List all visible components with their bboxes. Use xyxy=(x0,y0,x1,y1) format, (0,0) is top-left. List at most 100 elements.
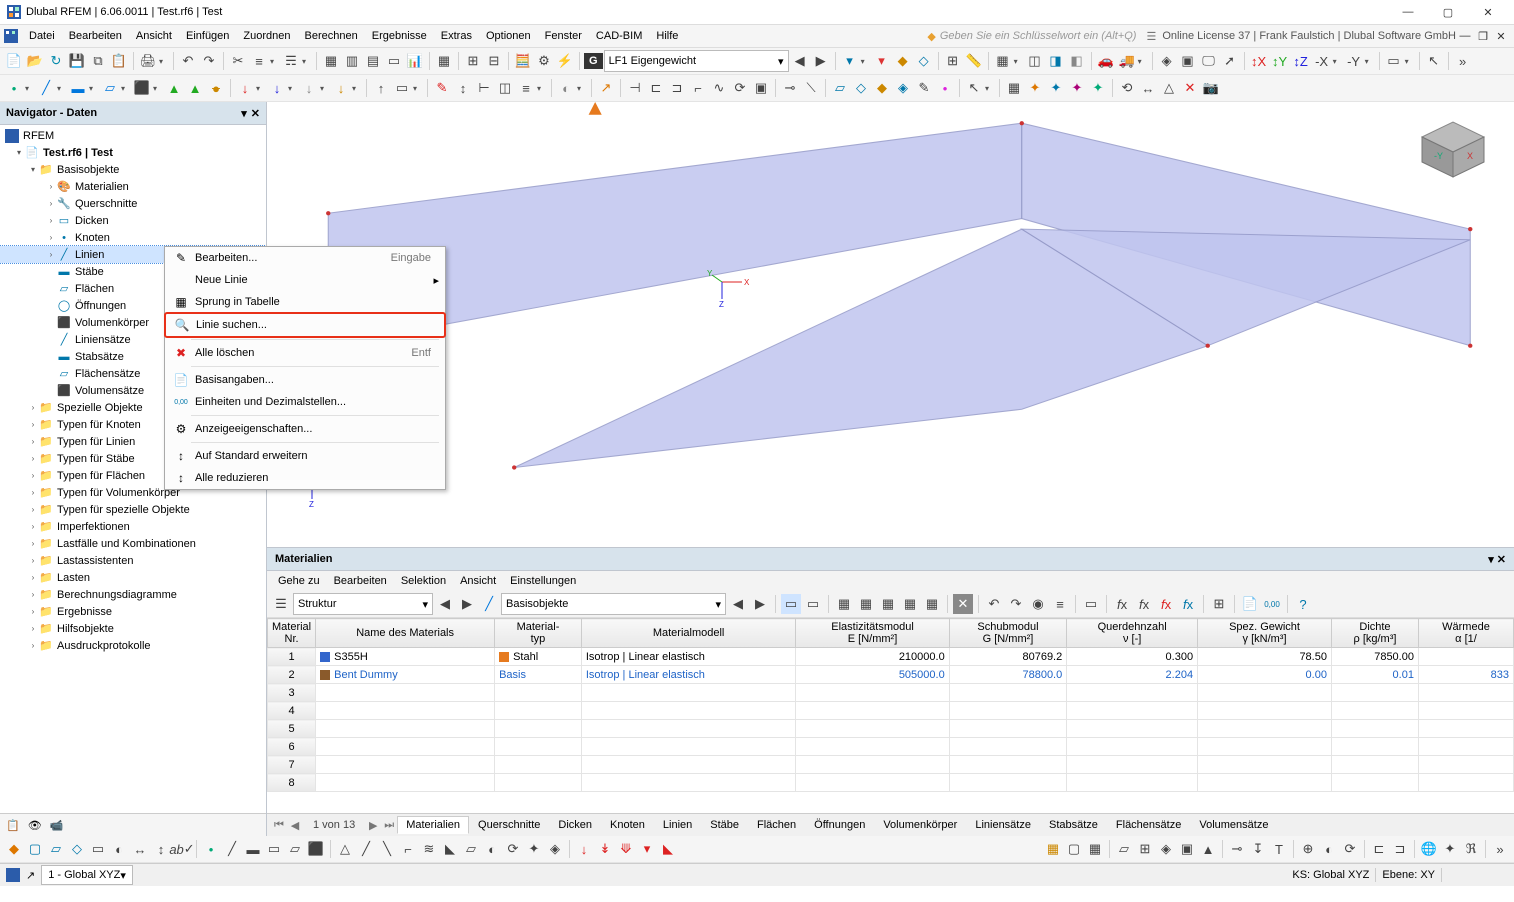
print-icon[interactable]: 🖨 xyxy=(138,51,158,71)
tree-item-querschnitte[interactable]: ›🔧Querschnitte xyxy=(0,195,266,212)
load-4-icon[interactable]: ↓ xyxy=(331,78,351,98)
col-header[interactable]: Materialmodell xyxy=(581,619,795,648)
tree-root[interactable]: RFEM xyxy=(0,127,266,144)
tree-folder[interactable]: ›📁Typen für spezielle Objekte xyxy=(0,501,266,518)
tp-menu-ansicht[interactable]: Ansicht xyxy=(453,573,503,589)
car-icon[interactable]: 🚗 xyxy=(1096,51,1116,71)
ctx-neue-linie[interactable]: Neue Linie▸ xyxy=(165,269,445,291)
bt-s5-icon[interactable]: ≋ xyxy=(419,839,439,859)
col-header[interactable]: MaterialNr. xyxy=(268,619,316,648)
layout-3-icon[interactable]: ▤ xyxy=(363,51,383,71)
filter-1-icon[interactable]: ▾ xyxy=(840,51,860,71)
copy-icon[interactable]: ⧉ xyxy=(88,51,108,71)
paste-icon[interactable]: 📋 xyxy=(109,51,129,71)
tree-folder[interactable]: ›📁Lastassistenten xyxy=(0,552,266,569)
bt-s10-icon[interactable]: ✦ xyxy=(524,839,544,859)
col-header[interactable]: Spez. Gewichtγ [kN/m³] xyxy=(1198,619,1332,648)
tp-menu-selektion[interactable]: Selektion xyxy=(394,573,453,589)
ctx-alle-reduzieren[interactable]: ↕Alle reduzieren xyxy=(165,467,445,489)
bt-r4-icon[interactable]: ▱ xyxy=(1114,839,1134,859)
tp-sel1-icon[interactable]: ▭ xyxy=(781,594,801,614)
measure-icon[interactable]: 📏 xyxy=(964,51,984,71)
edit-3-icon[interactable]: ⊢ xyxy=(474,78,494,98)
table-tab[interactable]: Dicken xyxy=(549,816,601,834)
undo-icon[interactable]: ↶ xyxy=(178,51,198,71)
bt-s6-icon[interactable]: ◣ xyxy=(440,839,460,859)
tp-undo-icon[interactable]: ↶ xyxy=(984,594,1004,614)
bt-r12-icon[interactable]: ⊕ xyxy=(1298,839,1318,859)
style-icon[interactable]: ▭ xyxy=(1384,51,1404,71)
bt-r6-icon[interactable]: ◈ xyxy=(1156,839,1176,859)
col-header[interactable]: Material-typ xyxy=(495,619,582,648)
table-tab[interactable]: Stäbe xyxy=(701,816,748,834)
render-2-icon[interactable]: ◨ xyxy=(1046,51,1066,71)
table-close-icon[interactable]: ✕ xyxy=(1497,554,1506,566)
tree-folder[interactable]: ›📁Lasten xyxy=(0,569,266,586)
cut-icon[interactable]: ✂ xyxy=(228,51,248,71)
bt-r1-icon[interactable]: ▦ xyxy=(1043,839,1063,859)
dim-6-icon[interactable]: ⟳ xyxy=(730,78,750,98)
grid-1-icon[interactable]: ▦ xyxy=(1004,78,1024,98)
load-3-icon[interactable]: ↓ xyxy=(299,78,319,98)
ax-my-icon[interactable]: -Y xyxy=(1344,51,1364,71)
menu-extras[interactable]: Extras xyxy=(434,28,479,44)
ax-z-icon[interactable]: ↕Z xyxy=(1291,51,1311,71)
ctx-basisangaben-[interactable]: 📄Basisangaben... xyxy=(165,369,445,391)
nav-tab-cam-icon[interactable]: 📹 xyxy=(50,819,64,832)
sym-4-icon[interactable]: ✕ xyxy=(1180,78,1200,98)
mesh-4-icon[interactable]: ◈ xyxy=(893,78,913,98)
load-2-icon[interactable]: ↓ xyxy=(267,78,287,98)
bt-7-icon[interactable]: ↔ xyxy=(130,839,150,859)
tp-menu-einstellungen[interactable]: Einstellungen xyxy=(503,573,583,589)
close-button[interactable]: ✕ xyxy=(1468,1,1508,23)
table-tab[interactable]: Flächensätze xyxy=(1107,816,1190,834)
tp-menu-gehezu[interactable]: Gehe zu xyxy=(271,573,327,589)
bt-member2-icon[interactable]: ▭ xyxy=(264,839,284,859)
sym-3-icon[interactable]: △ xyxy=(1159,78,1179,98)
plugin-2-icon[interactable]: ⊟ xyxy=(484,51,504,71)
tree-item-materialien[interactable]: ›🎨Materialien xyxy=(0,178,266,195)
status-ax-icon[interactable]: ↗ xyxy=(26,869,35,882)
sym-1-icon[interactable]: ⟲ xyxy=(1117,78,1137,98)
keyword-search[interactable]: Geben Sie ein Schlüsselwort ein (Alt+Q) xyxy=(940,30,1137,42)
screen-icon[interactable]: 🖵 xyxy=(1199,51,1219,71)
tp-menu-bearbeiten[interactable]: Bearbeiten xyxy=(327,573,394,589)
stack-icon[interactable]: ☴ xyxy=(281,51,301,71)
menu-ergebnisse[interactable]: Ergebnisse xyxy=(365,28,434,44)
tp-fx3-icon[interactable]: fx xyxy=(1156,594,1176,614)
tp-units-icon[interactable]: 0,00 xyxy=(1262,594,1282,614)
sel-rect-icon[interactable]: ▭ xyxy=(392,78,412,98)
table-row[interactable]: 2 Bent Dummy Basis Isotrop | Linear elas… xyxy=(268,666,1514,684)
tp-list-icon[interactable]: ☰ xyxy=(271,594,291,614)
nav-pin-icon[interactable]: ▾ xyxy=(241,107,247,120)
bt-s11-icon[interactable]: ◈ xyxy=(545,839,565,859)
tree-basis[interactable]: ▾📁Basisobjekte xyxy=(0,161,266,178)
ctx-linie-suchen-[interactable]: 🔍Linie suchen... xyxy=(164,312,446,338)
bt-r9-icon[interactable]: ⊸ xyxy=(1227,839,1247,859)
conn-1-icon[interactable]: ⊸ xyxy=(780,78,800,98)
bt-1-icon[interactable]: ◆ xyxy=(4,839,24,859)
bt-3-icon[interactable]: ▱ xyxy=(46,839,66,859)
grid-3-icon[interactable]: ✦ xyxy=(1046,78,1066,98)
tp-combo-struktur[interactable]: Struktur▾ xyxy=(293,593,433,615)
bolt-icon[interactable]: ⚡ xyxy=(555,51,575,71)
ax-x-icon[interactable]: ↕X xyxy=(1249,51,1269,71)
tp-fx4-icon[interactable]: fx xyxy=(1178,594,1198,614)
doc-close[interactable]: ✕ xyxy=(1492,25,1510,47)
bt-s1-icon[interactable]: △ xyxy=(335,839,355,859)
bt-solid-icon[interactable]: ⬛ xyxy=(306,839,326,859)
surface-icon[interactable]: ▱ xyxy=(100,78,120,98)
bt-r13-icon[interactable]: ◐ xyxy=(1319,839,1339,859)
menu-bearbeiten[interactable]: Bearbeiten xyxy=(62,28,129,44)
prev-lc-icon[interactable]: ◀ xyxy=(790,51,810,71)
plugin-1-icon[interactable]: ⊞ xyxy=(463,51,483,71)
bt-4-icon[interactable]: ◇ xyxy=(67,839,87,859)
tool-1-icon[interactable]: ◐ xyxy=(556,78,576,98)
render-3-icon[interactable]: ◧ xyxy=(1067,51,1087,71)
table-row[interactable]: 1 S355H Stahl Isotrop | Linear elastisch… xyxy=(268,648,1514,666)
ctx-auf-standard-erweitern[interactable]: ↕Auf Standard erweitern xyxy=(165,445,445,467)
col-header[interactable]: Name des Materials xyxy=(316,619,495,648)
mesh-5-icon[interactable]: ✎ xyxy=(914,78,934,98)
member-icon[interactable]: ▬ xyxy=(68,78,88,98)
table-grid[interactable]: MaterialNr.Name des MaterialsMaterial-ty… xyxy=(267,618,1514,813)
